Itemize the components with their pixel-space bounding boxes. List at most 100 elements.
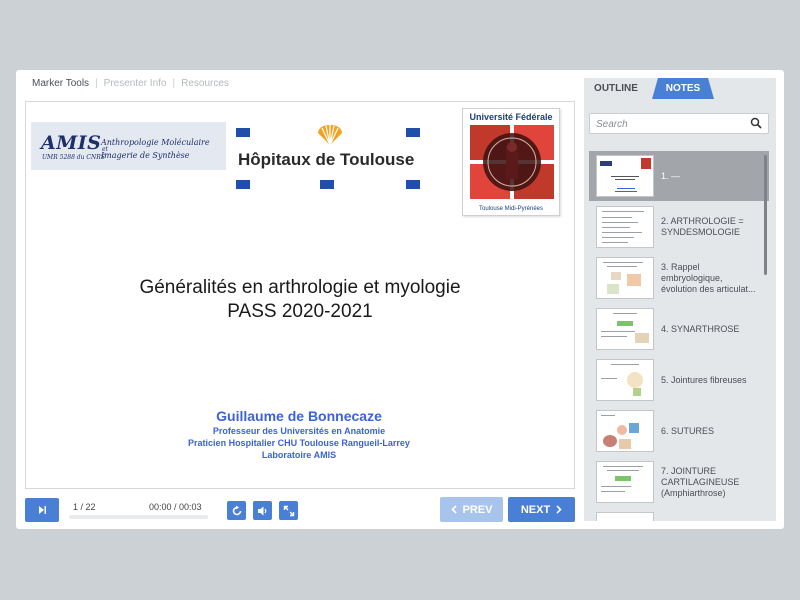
universite-emblem-icon (470, 125, 554, 199)
outline-item-label: 5. Jointures fibreuses (661, 374, 747, 385)
logo-square (320, 180, 334, 189)
slide-title: Généralités en arthrologie et myologie P… (26, 276, 574, 324)
outline-item-label: 4. SYNARTHROSE (661, 323, 740, 334)
logo-square (406, 180, 420, 189)
thumb-block (627, 274, 641, 286)
top-links: Marker Tools | Presenter Info | Resource… (32, 78, 229, 89)
outline-item-label: 6. SUTURES (661, 425, 715, 436)
thumb-line (602, 217, 632, 218)
thumb-line (602, 232, 642, 233)
author-block: Guillaume de Bonnecaze Professeur des Un… (26, 408, 572, 461)
outline-item[interactable]: 2. ARTHROLOGIE = SYNDESMOLOGIE (589, 202, 769, 252)
slide-title-line2: PASS 2020-2021 (227, 301, 373, 322)
fullscreen-button[interactable] (279, 501, 298, 520)
time-counter: 00:00 / 00:03 (149, 502, 202, 512)
thumb-block (617, 425, 627, 435)
logo-square (236, 180, 250, 189)
thumb-line (602, 227, 630, 228)
outline-item[interactable]: 1. — (589, 151, 769, 201)
amis-logo-sub: UMR 5288 du CNRS (42, 154, 105, 161)
amis-logo-line2: Imagerie de Synthèse (101, 151, 190, 160)
thumb-line (613, 313, 637, 314)
thumb-line (603, 262, 643, 263)
author-name: Guillaume de Bonnecaze (216, 408, 382, 424)
thumb-line (607, 470, 639, 471)
slide-thumbnail (596, 206, 654, 248)
hopitaux-logo: Hôpitaux de Toulouse (234, 124, 434, 194)
progress-bar[interactable] (69, 515, 208, 519)
author-lab: Laboratoire AMIS (261, 450, 337, 460)
thumb-line (602, 242, 628, 243)
tab-notes[interactable]: NOTES (652, 78, 714, 99)
logo-square (236, 128, 250, 137)
presenter-info-link[interactable]: Presenter Info (104, 78, 167, 89)
slide-thumbnail (596, 512, 654, 521)
thumb-line (615, 179, 635, 180)
slide-thumbnail (596, 257, 654, 299)
thumb-line (601, 491, 625, 492)
next-label: NEXT (520, 503, 551, 516)
thumb-block (611, 272, 621, 280)
thumb-line (601, 486, 631, 487)
thumb-line (611, 176, 639, 177)
scrollbar[interactable] (764, 155, 767, 275)
outline-item[interactable]: 6. SUTURES (589, 406, 769, 456)
amis-logo: AMIS UMR 5288 du CNRS Anthropologie Molé… (31, 122, 226, 170)
thumb-line (617, 188, 635, 189)
outline-list: 1. — 2. ARTHROLOGIE = SYNDESMOLOGIE 3. R… (589, 151, 769, 521)
prev-button[interactable]: PREV (440, 497, 503, 522)
outline-item[interactable]: 5. Jointures fibreuses (589, 355, 769, 405)
author-hospital: Praticien Hospitalier CHU Toulouse Rangu… (188, 438, 410, 448)
outline-item-label: 2. ARTHROLOGIE = SYNDESMOLOGIE (661, 216, 744, 237)
outline-item[interactable]: 3. Rappel embryologique, évolution des a… (589, 253, 769, 303)
outline-item[interactable]: 4. SYNARTHROSE (589, 304, 769, 354)
tab-outline[interactable]: OUTLINE (584, 78, 648, 99)
slide-thumbnail (596, 410, 654, 452)
volume-icon (257, 506, 266, 515)
slide-thumbnail (596, 308, 654, 350)
thumb-block (603, 435, 617, 447)
amis-logo-line1: Anthropologie Moléculaire (101, 138, 210, 147)
search-icon[interactable] (750, 117, 762, 129)
thumb-line (611, 364, 639, 365)
thumb-line (602, 237, 634, 238)
prev-label: PREV (462, 503, 493, 516)
thumb-block (600, 161, 612, 166)
outline-item[interactable] (589, 508, 769, 521)
universite-logo: Université Fédérale Toulouse Midi-Pyréné… (462, 108, 560, 216)
outline-item-label: 1. — (661, 170, 681, 181)
volume-button[interactable] (253, 501, 272, 520)
outline-item-label: 3. Rappel embryologique, évolution des a… (661, 261, 756, 294)
shell-icon (318, 125, 342, 146)
thumb-line (607, 266, 637, 267)
chevron-right-icon (556, 505, 562, 514)
search-input[interactable] (596, 117, 746, 131)
outline-item[interactable]: 7. JOINTURE CARTILAGINEUSE (Amphiarthros… (589, 457, 769, 507)
hopitaux-logo-name: Hôpitaux de Toulouse (238, 150, 415, 169)
thumb-line (601, 415, 615, 416)
thumb-line (615, 191, 637, 192)
author-title: Professeur des Universités en Anatomie (212, 426, 386, 436)
slide-thumbnail (596, 359, 654, 401)
universite-logo-title: Université Fédérale (469, 112, 553, 122)
thumb-line (602, 211, 644, 212)
marker-tools-link[interactable]: Marker Tools (32, 78, 89, 89)
thumb-block (627, 372, 643, 388)
thumb-line (601, 331, 635, 332)
universite-logo-subtitle: Toulouse Midi-Pyrénées (478, 206, 544, 212)
sidebar: OUTLINE NOTES 1. — (584, 78, 776, 521)
thumb-block (619, 439, 631, 449)
chevron-left-icon (450, 505, 457, 514)
play-icon (39, 506, 46, 514)
replay-button[interactable] (227, 501, 246, 520)
logo-square (406, 128, 420, 137)
thumb-block (607, 284, 619, 294)
player-window: Marker Tools | Presenter Info | Resource… (16, 70, 784, 529)
thumb-block (615, 476, 631, 481)
separator: | (172, 78, 176, 89)
thumb-block (635, 333, 649, 343)
resources-link[interactable]: Resources (181, 78, 229, 89)
play-button[interactable] (25, 498, 59, 522)
thumb-block (617, 321, 633, 326)
next-button[interactable]: NEXT (508, 497, 575, 522)
